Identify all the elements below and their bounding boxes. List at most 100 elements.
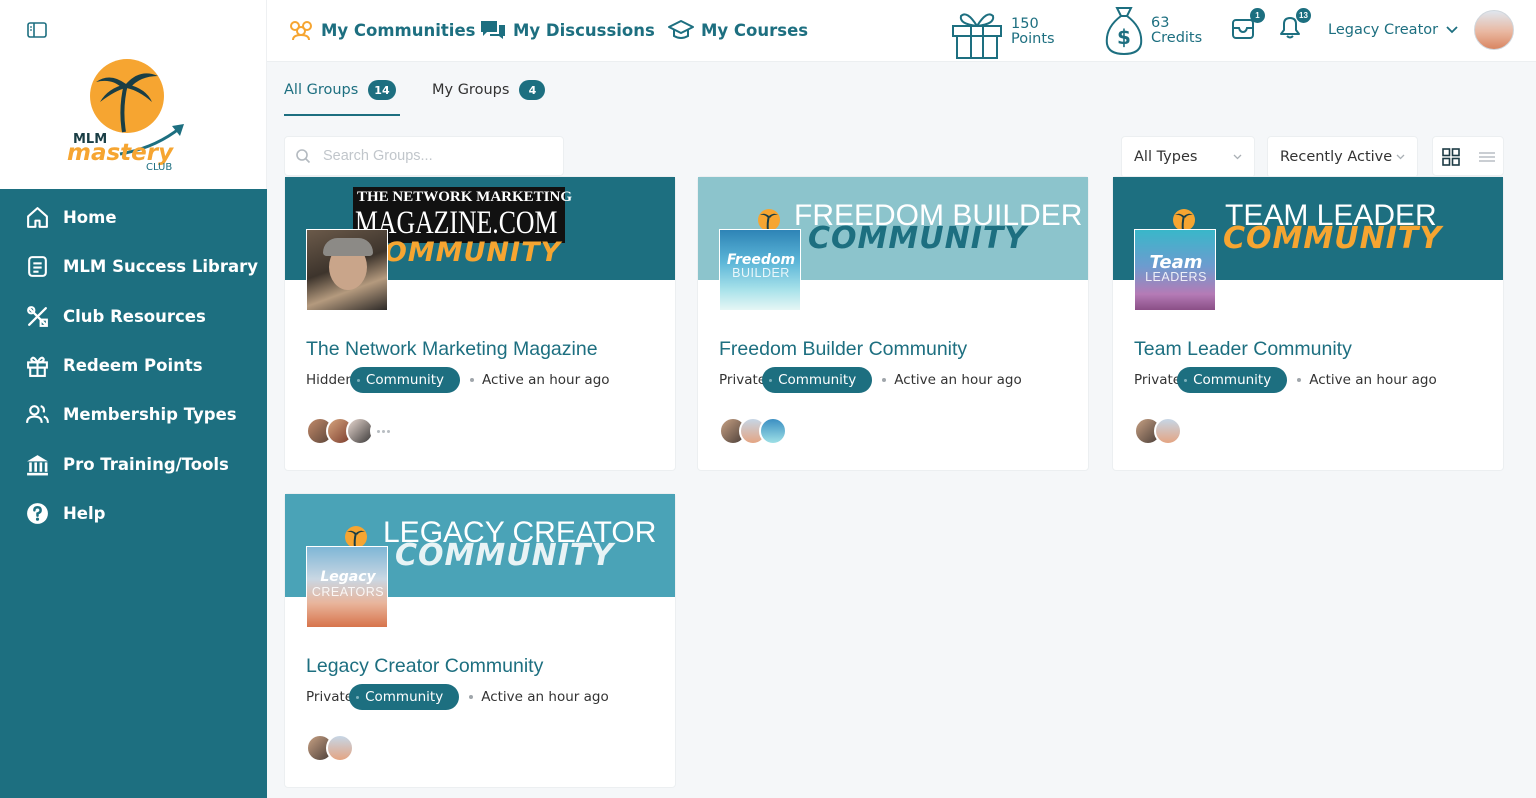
avatar[interactable]: [1474, 10, 1515, 50]
nav-my-discussions[interactable]: My Discussions: [479, 18, 655, 42]
money-bag-icon: $: [1105, 7, 1143, 56]
active-tab-indicator: [284, 114, 400, 116]
more-members-icon[interactable]: [370, 418, 396, 444]
search-input[interactable]: [323, 148, 543, 164]
credits-stat[interactable]: $ 63 Credits: [1103, 4, 1202, 58]
sidebar-item-help[interactable]: Help: [0, 489, 267, 538]
member-avatar[interactable]: [326, 734, 354, 762]
points-text: 150 Points: [1011, 17, 1055, 47]
thumb-line1: Legacy: [320, 569, 376, 585]
nav-label: My Courses: [701, 20, 809, 40]
member-avatar[interactable]: [1154, 417, 1182, 445]
sidebar-header: MLM mastery CLUB: [0, 0, 267, 189]
sidebar-item-pro-training-tools[interactable]: Pro Training/Tools: [0, 439, 267, 488]
group-title[interactable]: Team Leader Community: [1134, 338, 1352, 361]
group-type-badge[interactable]: Community: [349, 684, 460, 710]
sidebar-item-label: Membership Types: [63, 405, 237, 425]
group-meta: Private Community Active an hour ago: [719, 367, 1022, 393]
document-icon: [28, 256, 47, 278]
group-meta: Hidden Community Active an hour ago: [306, 367, 610, 393]
group-activity: Active an hour ago: [1309, 372, 1437, 388]
group-type-badge[interactable]: Community: [762, 367, 873, 393]
separator-dot: [882, 378, 887, 382]
member-avatar[interactable]: [759, 417, 787, 445]
group-privacy: Private: [719, 372, 767, 388]
group-members: [306, 734, 354, 762]
gift-box-icon: [952, 13, 1002, 59]
group-type-badge[interactable]: Community: [1177, 367, 1288, 393]
thumb-line2: CREATORS: [311, 585, 385, 599]
messages-count-badge: 1: [1250, 8, 1265, 23]
gift-icon: [27, 356, 48, 377]
tab-count-badge: 14: [368, 80, 396, 100]
group-avatar: Legacy CREATORS: [306, 546, 388, 628]
tab-all-groups[interactable]: All Groups 14: [284, 80, 396, 100]
communities-icon: [290, 21, 312, 41]
sidebar-item-membership-types[interactable]: Membership Types: [0, 390, 267, 439]
credits-value: 63: [1151, 15, 1170, 31]
group-avatar: Team LEADERS: [1134, 229, 1216, 311]
messages-button[interactable]: 1: [1231, 8, 1265, 40]
tab-label: All Groups: [284, 82, 359, 98]
grid-icon: [1442, 148, 1460, 166]
tab-my-groups[interactable]: My Groups 4: [432, 80, 546, 100]
tab-count-badge: 4: [519, 80, 546, 100]
type-filter-select[interactable]: All Types: [1121, 136, 1255, 178]
group-title[interactable]: Freedom Builder Community: [719, 338, 967, 361]
user-menu[interactable]: Legacy Creator: [1328, 10, 1515, 50]
graduation-cap-icon: [668, 20, 694, 39]
thumb-line2: LEADERS: [1145, 270, 1207, 284]
search-box: [284, 136, 564, 176]
nav-label: My Discussions: [513, 20, 655, 40]
thumb-line2: BUILDER: [732, 266, 790, 280]
sidebar-toggle-icon[interactable]: [27, 21, 47, 39]
group-title[interactable]: Legacy Creator Community: [306, 655, 543, 678]
group-privacy: Private: [306, 689, 354, 705]
grid-view-button[interactable]: [1433, 137, 1469, 177]
help-icon: [27, 503, 48, 524]
svg-text:$: $: [1117, 25, 1131, 49]
points-value: 150: [1011, 16, 1039, 32]
logo-club: CLUB: [146, 162, 173, 173]
user-name: Legacy Creator: [1328, 22, 1439, 38]
group-card[interactable]: THE NETWORK MARKETING MAGAZINE.COM COMMU…: [284, 176, 676, 471]
group-card[interactable]: TEAM LEADER COMMUNITY Team LEADERS Team …: [1112, 176, 1504, 471]
group-activity: Active an hour ago: [481, 689, 609, 705]
users-icon: [26, 405, 49, 424]
group-activity: Active an hour ago: [482, 372, 610, 388]
credits-text: 63 Credits: [1151, 16, 1202, 46]
separator-dot: [470, 378, 475, 382]
group-card[interactable]: FREEDOM BUILDER COMMUNITY Freedom BUILDE…: [697, 176, 1089, 471]
tools-icon: [27, 305, 48, 327]
sidebar-item-home[interactable]: Home: [0, 193, 267, 242]
points-stat[interactable]: 150 Points: [949, 4, 1055, 60]
tab-label: My Groups: [432, 82, 510, 98]
cover-line2: COMMUNITY: [1223, 221, 1443, 256]
notifications-button[interactable]: 13: [1277, 8, 1311, 40]
discussions-icon: [481, 21, 505, 39]
order-filter-select[interactable]: Recently Active: [1267, 136, 1418, 178]
nav-my-communities[interactable]: My Communities: [287, 18, 475, 42]
separator-dot: [1297, 378, 1302, 382]
sidebar-nav: Home MLM Success Library Club Resources …: [0, 193, 267, 538]
group-card[interactable]: LEGACY CREATOR COMMUNITY Legacy CREATORS…: [284, 493, 676, 788]
sidebar-item-label: Home: [63, 208, 117, 228]
group-privacy: Hidden: [306, 372, 354, 388]
logo[interactable]: MLM mastery CLUB: [60, 58, 190, 178]
group-type-badge[interactable]: Community: [349, 367, 461, 393]
person-hair: [323, 238, 373, 256]
sidebar: MLM mastery CLUB Home MLM Success Librar…: [0, 0, 267, 798]
list-view-button[interactable]: [1469, 137, 1505, 177]
sidebar-item-mlm-success-library[interactable]: MLM Success Library: [0, 242, 267, 291]
cover-line2: COMMUNITY: [395, 538, 615, 573]
sidebar-item-label: Help: [63, 503, 106, 523]
sidebar-item-redeem-points[interactable]: Redeem Points: [0, 341, 267, 390]
group-meta: Private Community Active an hour ago: [306, 684, 609, 710]
group-avatar: [306, 229, 388, 311]
credits-label: Credits: [1151, 30, 1203, 46]
nav-my-courses[interactable]: My Courses: [667, 18, 808, 42]
group-title[interactable]: The Network Marketing Magazine: [306, 338, 598, 361]
sidebar-item-club-resources[interactable]: Club Resources: [0, 292, 267, 341]
list-icon: [1479, 152, 1495, 162]
top-bar: My Communities My Discussions My Courses…: [267, 0, 1536, 62]
